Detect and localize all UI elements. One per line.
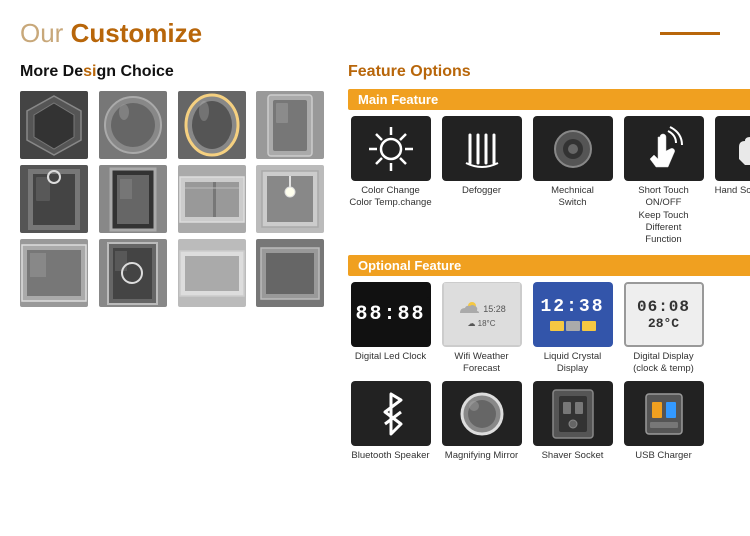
feature-touch: Short Touch ON/OFFKeep Touch DifferentFu… (621, 116, 706, 247)
weather-icon-box: 15:28 ☁ 18°C (442, 282, 522, 347)
magnify-icon (456, 388, 508, 440)
led-clock-label: Digital Led Clock (355, 351, 426, 363)
usb-charger-icon (638, 388, 690, 440)
feature-defogger: Defogger (439, 116, 524, 247)
feature-led-clock: 88:88 Digital Led Clock (348, 282, 433, 376)
main-feature-bar: Main Feature (348, 89, 750, 110)
feature-shaver: Shaver Socket (530, 381, 615, 462)
lcd-icon-box: 12:38 (533, 282, 613, 347)
landscape2-shape (178, 246, 246, 301)
mirror-portrait-2 (20, 165, 88, 233)
mirror-sq (256, 165, 324, 233)
title-highlight: Customize (71, 18, 202, 48)
mechanical-switch-label: MechnicalSwitch (551, 185, 594, 210)
mechanical-switch-icon-box (533, 116, 613, 181)
main-feature-section: Main Feature (348, 89, 750, 247)
feature-digital-display: 06:08 28°C Digital Display(clock & temp) (621, 282, 706, 376)
oval-shape (184, 93, 240, 158)
weather-label: Wifi Weather Forecast (439, 351, 524, 376)
mechanical-switch-icon (549, 125, 597, 173)
touch-icon (640, 125, 688, 173)
header: Our Customize (20, 18, 730, 49)
design-row-1 (20, 91, 330, 159)
landscape-shape (178, 172, 246, 227)
feature-weather: 15:28 ☁ 18°C Wifi Weather Forecast (439, 282, 524, 376)
right-column: Feature Options Main Feature (348, 63, 750, 471)
feature-lcd: 12:38 Liquid Crystal Display (530, 282, 615, 376)
hand-scan-icon (729, 125, 750, 173)
hand-scan-icon-box (715, 116, 750, 181)
mirror-oval (178, 91, 246, 159)
round-shape (102, 94, 164, 156)
feature-bluetooth: Bluetooth Speaker (348, 381, 433, 462)
shaver-label: Shaver Socket (542, 450, 604, 462)
defogger-label: Defogger (462, 185, 501, 197)
feature-mechanical-switch: MechnicalSwitch (530, 116, 615, 247)
magnify-label: Magnifying Mirror (445, 450, 518, 462)
touch-icon-box (624, 116, 704, 181)
mirror-sq4 (256, 239, 324, 307)
sq-shape (259, 168, 321, 230)
sq4-shape (259, 246, 321, 301)
right-section-title: Feature Options (348, 63, 750, 81)
digital-display: 06:08 28°C (627, 284, 701, 344)
left-column: More Design Choice (20, 63, 330, 471)
hand-scan-label: Hand Scan Sensor (715, 185, 750, 197)
usb-icon-box (624, 381, 704, 446)
touch-label: Short Touch ON/OFFKeep Touch DifferentFu… (621, 185, 706, 247)
defogger-icon (458, 125, 506, 173)
digital-display-icon-box: 06:08 28°C (624, 282, 704, 347)
weather-display: 15:28 ☁ 18°C (444, 283, 520, 345)
bluetooth-icon (373, 390, 409, 438)
design-row-2 (20, 165, 330, 233)
mirror-hex (20, 91, 88, 159)
main-feature-grid: Color ChangeColor Temp.change (348, 116, 750, 247)
lcd-label: Liquid Crystal Display (530, 351, 615, 376)
mirror-landscape2 (178, 239, 246, 307)
color-change-icon (367, 125, 415, 173)
color-change-icon-box (351, 116, 431, 181)
feature-magnify: Magnifying Mirror (439, 381, 524, 462)
main-content: More Design Choice (20, 63, 730, 471)
portrait2-shape (23, 167, 85, 232)
color-change-label: Color ChangeColor Temp.change (349, 185, 431, 210)
shaver-icon-box (533, 381, 613, 446)
page-title: Our Customize (20, 18, 202, 49)
portrait3-shape (107, 167, 159, 232)
digital-display-label: Digital Display(clock & temp) (633, 351, 694, 376)
mirror-portrait (256, 91, 324, 159)
mirror-round (99, 91, 167, 159)
sq3-shape (105, 241, 160, 306)
clock-display: 88:88 (351, 297, 429, 332)
optional-feature-row1: 88:88 Digital Led Clock (348, 282, 750, 376)
feature-color-change: Color ChangeColor Temp.change (348, 116, 433, 247)
cloud-sun-icon (457, 301, 479, 317)
bluetooth-label: Bluetooth Speaker (351, 450, 429, 462)
feature-usb: USB Charger (621, 381, 706, 462)
mirror-portrait-3 (99, 165, 167, 233)
led-clock-icon-box: 88:88 (351, 282, 431, 347)
lcd-display: 12:38 (537, 284, 609, 344)
mirror-landscape (178, 165, 246, 233)
defogger-icon-box (442, 116, 522, 181)
header-line (660, 32, 720, 35)
page: Our Customize More Design Choice (0, 0, 750, 536)
hex-shape (24, 93, 84, 158)
feature-hand-scan: Hand Scan Sensor (712, 116, 750, 247)
optional-feature-section: Optional Feature 88:88 Digital Led Clock (348, 255, 750, 463)
left-section-title: More Design Choice (20, 63, 330, 81)
design-row-3 (20, 239, 330, 307)
magnify-icon-box (442, 381, 522, 446)
usb-label: USB Charger (635, 450, 692, 462)
mirror-sq3 (99, 239, 167, 307)
mirror-sq2 (20, 239, 88, 307)
shaver-socket-icon (547, 386, 599, 442)
optional-feature-row2: Bluetooth Speaker Magnifying Mirror (348, 381, 750, 462)
title-prefix: Our (20, 18, 71, 48)
bluetooth-icon-box (351, 381, 431, 446)
optional-feature-bar: Optional Feature (348, 255, 750, 276)
sq2-shape (20, 243, 88, 303)
portrait-shape (264, 93, 316, 158)
